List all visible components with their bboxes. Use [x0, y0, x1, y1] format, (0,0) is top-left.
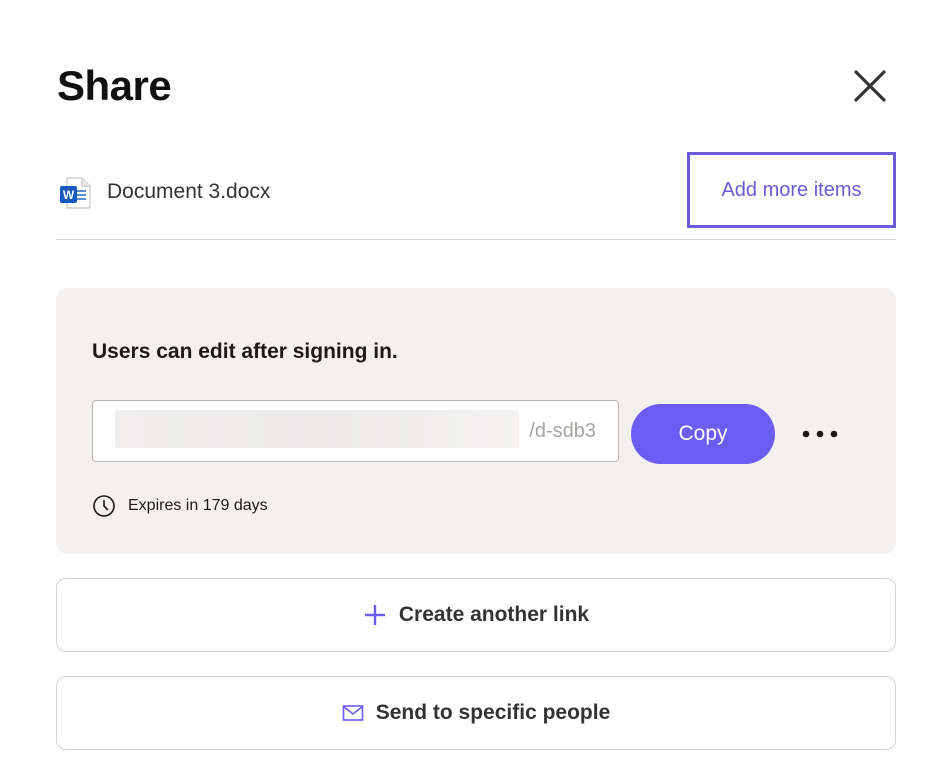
close-icon	[854, 70, 886, 102]
link-expiry: Expires in 179 days	[92, 494, 268, 518]
clock-icon	[93, 495, 115, 517]
send-to-specific-people-button[interactable]: Send to specific people	[56, 676, 896, 750]
link-permission-text: Users can edit after signing in.	[92, 340, 398, 363]
send-to-specific-people-label: Send to specific people	[375, 701, 611, 724]
more-options-button[interactable]	[796, 416, 844, 452]
create-another-link-label: Create another link	[398, 603, 590, 626]
share-link-field[interactable]: /d-sdb3	[92, 400, 619, 462]
more-options-icon	[802, 430, 838, 438]
dialog-title: Share	[57, 62, 172, 109]
copy-link-button[interactable]: Copy	[631, 404, 775, 464]
close-button[interactable]	[850, 66, 890, 106]
link-settings-panel: Users can edit after signing in. /d-sdb3…	[56, 288, 896, 554]
envelope-icon	[342, 704, 364, 722]
svg-text:W: W	[63, 188, 75, 202]
create-another-link-button[interactable]: Create another link	[56, 578, 896, 652]
plus-icon	[363, 603, 387, 627]
file-name: Document 3.docx	[107, 180, 271, 203]
link-url-text: /d-sdb3	[529, 420, 596, 442]
word-document-icon: W	[60, 177, 91, 209]
link-url-redacted	[115, 410, 519, 448]
expiry-text: Expires in 179 days	[128, 497, 268, 514]
file-row: W Document 3.docx Add more items	[56, 150, 896, 240]
add-more-items-button[interactable]: Add more items	[687, 152, 896, 228]
